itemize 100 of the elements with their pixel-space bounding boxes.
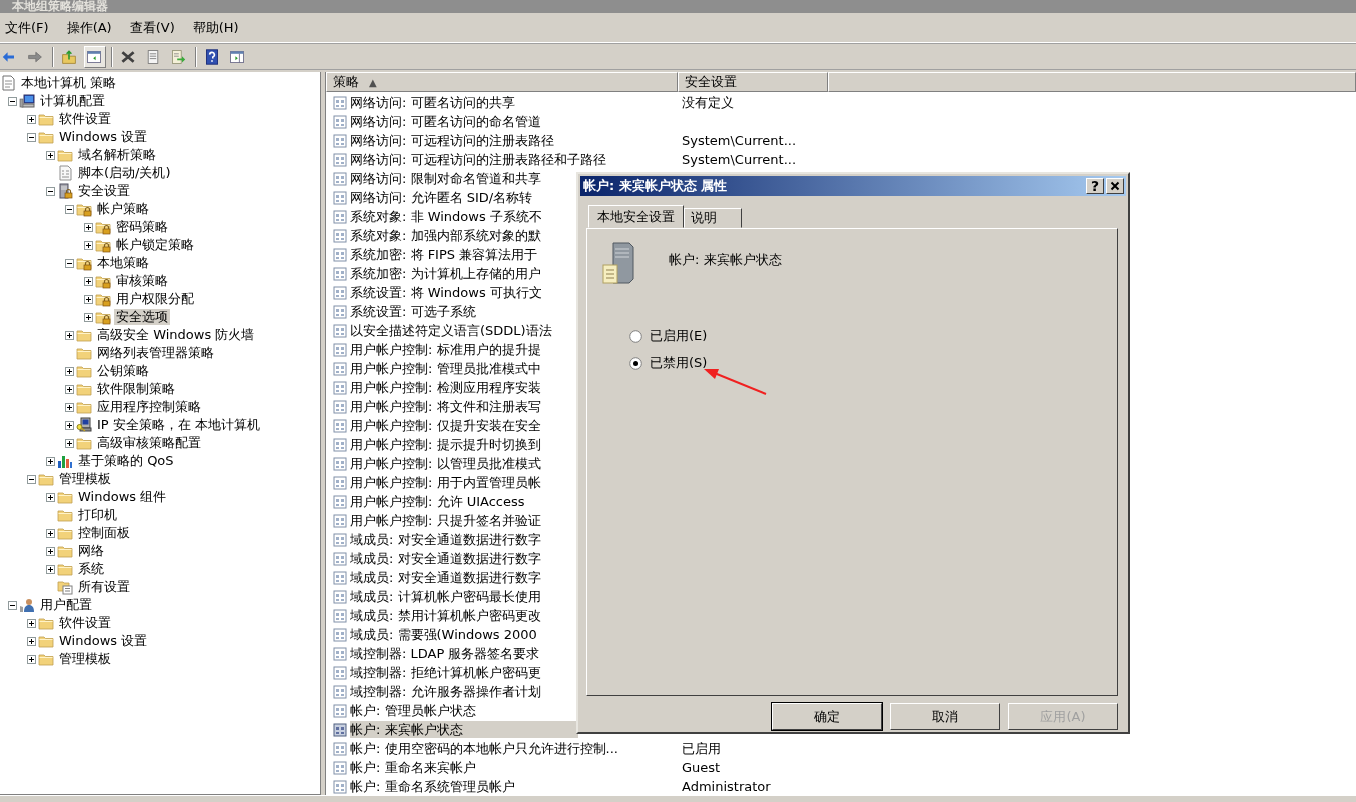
list-item[interactable]: 用户帐户控制: 将文件和注册表写 [350,398,545,415]
tree-item[interactable]: 系统 [76,561,106,577]
expand-icon[interactable] [26,654,36,664]
expand-icon[interactable] [64,402,74,412]
dialog-button[interactable]: 取消 [890,703,1000,730]
tree-item[interactable]: 帐户策略 [95,201,151,217]
radio-label[interactable]: 已启用(E) [650,327,708,345]
expand-icon[interactable] [83,294,93,304]
column-header[interactable]: 安全设置 [678,72,828,92]
list-item[interactable]: 用户帐户控制: 管理员批准模式中 [350,360,545,377]
list-item[interactable]: 以安全描述符定义语言(SDDL)语法 [350,322,556,339]
tree-item[interactable]: 软件限制策略 [95,381,177,397]
list-item[interactable]: 帐户: 管理员帐户状态 [350,702,480,719]
tree-item[interactable]: 基于策略的 QoS [76,453,176,469]
list-item[interactable]: 网络访问: 可远程访问的注册表路径 [350,132,558,149]
list-item[interactable]: 用户帐户控制: 提示提升时切换到 [350,436,545,453]
menu-item[interactable]: 帮助(H) [183,17,248,38]
tree-item[interactable]: 计算机配置 [38,93,107,109]
tree-item[interactable]: 应用程序控制策略 [95,399,203,415]
menu-item[interactable]: 操作(A) [57,17,121,38]
tree-item[interactable]: Windows 设置 [57,129,150,145]
list-item[interactable]: 域成员: 需要强(Windows 2000 [350,626,541,643]
list-item[interactable]: 网络访问: 允许匿名 SID/名称转 [350,189,537,206]
tree-item[interactable]: 打印机 [76,507,119,523]
list-item[interactable]: 系统对象: 非 Windows 子系统不 [350,208,546,225]
tree-item[interactable]: 软件设置 [57,111,113,127]
expand-icon[interactable] [45,528,55,538]
list-item[interactable]: 用户帐户控制: 标准用户的提升提 [350,341,545,358]
expand-icon[interactable] [26,636,36,646]
menu-item[interactable]: 查看(V) [120,17,184,38]
collapse-icon[interactable] [7,600,17,610]
help-button[interactable]: ? [1086,178,1104,194]
list-item[interactable]: 网络访问: 可匿名访问的共享 [350,94,519,111]
expand-icon[interactable] [26,114,36,124]
expand-icon[interactable] [83,240,93,250]
collapse-icon[interactable] [7,96,17,106]
tree-item[interactable]: 密码策略 [114,219,170,235]
tree-item[interactable]: 控制面板 [76,525,132,541]
tree-item[interactable]: 脚本(启动/关机) [76,165,173,181]
radio-button[interactable] [629,356,642,370]
dialog-button[interactable]: 确定 [772,703,882,730]
collapse-icon[interactable] [64,258,74,268]
radio-button[interactable] [629,329,642,343]
tree-item[interactable]: 审核策略 [114,273,170,289]
list-item[interactable]: 域成员: 对安全通道数据进行数字 [350,531,545,548]
collapse-icon[interactable] [64,204,74,214]
tree-item[interactable]: 安全选项 [114,309,170,325]
list-item[interactable]: 系统设置: 可选子系统 [350,303,480,320]
tree-item[interactable]: 网络列表管理器策略 [95,345,216,361]
list-item[interactable]: 系统对象: 加强内部系统对象的默 [350,227,545,244]
expand-icon[interactable] [64,330,74,340]
radio-label[interactable]: 已禁用(S) [650,354,708,372]
list-item[interactable]: 用户帐户控制: 用于内置管理员帐 [350,474,545,491]
tree-item[interactable]: 所有设置 [76,579,132,595]
list-item[interactable]: 域控制器: LDAP 服务器签名要求 [350,645,544,662]
list-item[interactable]: 帐户: 使用空密码的本地帐户只允许进行控制... [350,740,622,757]
list-item[interactable]: 域控制器: 允许服务器操作者计划 [350,683,545,700]
list-item[interactable]: 系统设置: 将 Windows 可执行文 [350,284,546,301]
expand-icon[interactable] [26,618,36,628]
list-item[interactable]: 系统加密: 将 FIPS 兼容算法用于 [350,246,542,263]
tree-item[interactable]: 高级安全 Windows 防火墙 [95,327,257,343]
collapse-icon[interactable] [45,186,55,196]
tree-item[interactable]: 本地策略 [95,255,151,271]
list-item[interactable]: 网络访问: 可远程访问的注册表路径和子路径 [350,151,610,168]
tree-item[interactable]: Windows 设置 [57,633,150,649]
tab[interactable]: 说明 [684,208,742,228]
list-item[interactable]: 域成员: 对安全通道数据进行数字 [350,550,545,567]
expand-icon[interactable] [83,312,93,322]
tree-item[interactable]: 管理模板 [57,471,113,487]
tree-item[interactable]: 帐户锁定策略 [114,237,196,253]
tree-item[interactable]: 软件设置 [57,615,113,631]
tree-item[interactable]: 高级审核策略配置 [95,435,203,451]
column-header[interactable]: 策略 ▲ [326,72,678,92]
expand-icon[interactable] [45,564,55,574]
menu-item[interactable]: 文件(F) [0,17,58,38]
list-item[interactable]: 域控制器: 拒绝计算机帐户密码更 [350,664,545,681]
tree-item[interactable]: 安全设置 [76,183,132,199]
expand-icon[interactable] [45,492,55,502]
collapse-icon[interactable] [26,132,36,142]
collapse-icon[interactable] [26,474,36,484]
expand-icon[interactable] [45,150,55,160]
list-item[interactable]: 域成员: 禁用计算机帐户密码更改 [350,607,545,624]
tree-item[interactable]: 域名解析策略 [76,147,158,163]
list-item[interactable]: 用户帐户控制: 仅提升安装在安全 [350,417,545,434]
expand-icon[interactable] [83,222,93,232]
expand-icon[interactable] [45,456,55,466]
expand-icon[interactable] [64,384,74,394]
tree-item[interactable]: 管理模板 [57,651,113,667]
tree-item[interactable]: 用户配置 [38,597,94,613]
list-item[interactable]: 帐户: 重命名系统管理员帐户 [350,778,519,795]
list-item[interactable]: 域成员: 计算机帐户密码最长使用 [350,588,545,605]
list-item[interactable]: 系统加密: 为计算机上存储的用户 [350,265,545,282]
list-item[interactable]: 帐户: 来宾帐户状态 [350,721,578,738]
tree-item[interactable]: 用户权限分配 [114,291,196,307]
expand-icon[interactable] [64,420,74,430]
list-item[interactable]: 用户帐户控制: 检测应用程序安装 [350,379,545,396]
list-item[interactable]: 用户帐户控制: 以管理员批准模式 [350,455,545,472]
expand-icon[interactable] [45,546,55,556]
tab[interactable]: 本地安全设置 [588,205,684,228]
expand-icon[interactable] [64,438,74,448]
